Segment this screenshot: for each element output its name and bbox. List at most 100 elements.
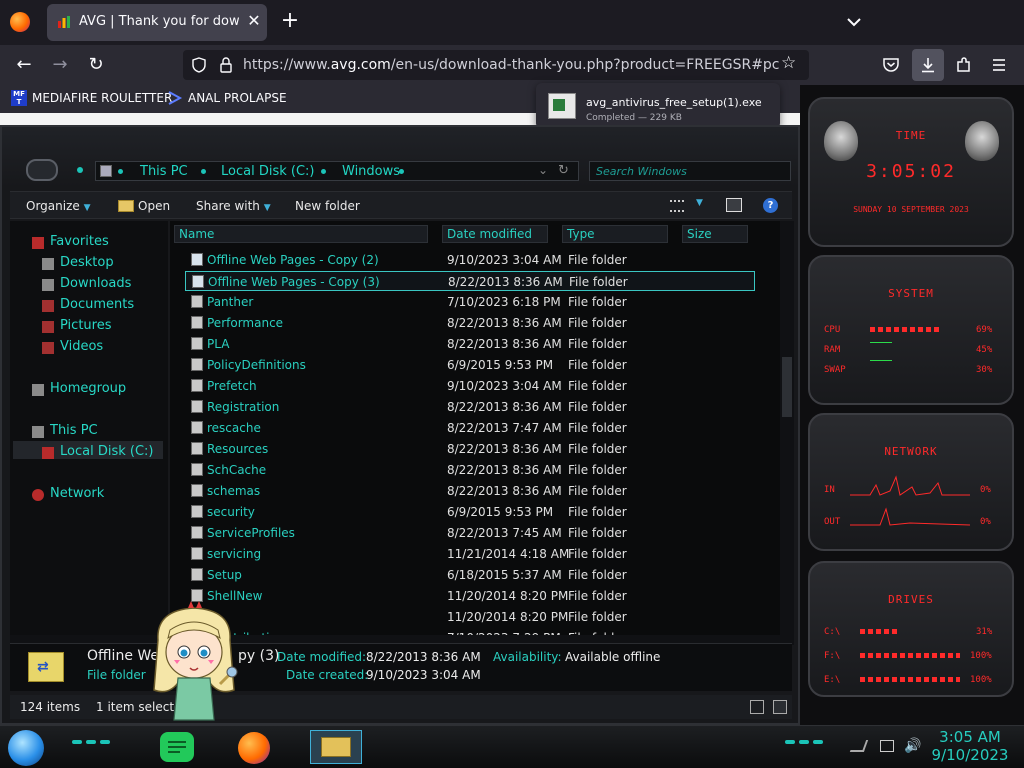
new-tab-icon[interactable]: + [278,10,302,34]
system-gadget-title: SYSTEM [888,287,934,300]
table-row[interactable]: PLA 8/22/2013 8:36 AM File folder [185,334,755,354]
table-row[interactable]: Panther 7/10/2023 6:18 PM File folder [185,292,755,312]
downloads-button[interactable] [912,49,944,81]
taskbar-clock-time[interactable]: 3:05 AM [920,728,1020,746]
videos-icon [42,342,54,354]
table-row[interactable]: Offline Web Pages - Copy (3) 8/22/2013 8:… [185,271,755,291]
file-explorer-taskbar-icon[interactable] [310,730,362,764]
nav-local-disk[interactable]: Local Disk (C:) [60,444,153,459]
new-folder-button[interactable]: New folder [295,199,360,213]
extensions-puzzle-icon[interactable] [955,56,973,74]
taskbar-clock-date[interactable]: 9/10/2023 [920,746,1020,764]
browser-nav-bar: ← → ↻ https://www.avg.com/en-us/download… [0,45,1024,85]
folder-icon [191,442,203,455]
nav-favorites[interactable]: Favorites [50,234,109,249]
column-size[interactable]: Size [682,225,748,243]
folder-icon [191,295,203,308]
forward-arrow-icon[interactable]: → [48,53,72,77]
nav-network[interactable]: Network [50,486,104,501]
file-type: File folder [568,295,627,309]
open-button[interactable]: Open [138,199,170,213]
reload-icon[interactable]: ↻ [84,53,108,77]
folder-icon [191,379,203,392]
file-name: ServiceProfiles [207,526,295,540]
download-arrow-icon [922,58,934,73]
file-date: 8/22/2013 7:45 AM [447,526,562,540]
nav-documents[interactable]: Documents [60,297,134,312]
browser-tab[interactable]: AVG | Thank you for downloading ✕ [47,4,267,41]
column-name[interactable]: Name [174,225,428,243]
table-row[interactable]: Offline Web Pages - Copy (2) 9/10/2023 3:… [185,250,755,270]
bookmark-mediafire[interactable]: MEDIAFIRE ROULETTER [32,91,172,105]
address-bar[interactable]: This PC Local Disk (C:) Windows ⌄ ↻ [95,161,579,181]
bookmark-favicon-icon [168,91,183,105]
file-name: Prefetch [207,379,257,393]
nav-homegroup[interactable]: Homegroup [50,381,126,396]
url-bar[interactable]: https://www.avg.com/en-us/download-thank… [183,50,809,80]
organize-button[interactable]: Organize ▼ [26,199,91,213]
table-row[interactable]: Performance 8/22/2013 8:36 AM File folder [185,313,755,333]
table-row[interactable]: servicing 11/21/2014 4:18 AM File folder [185,544,755,564]
firefox-logo-icon[interactable] [10,12,30,32]
firefox-taskbar-icon[interactable] [238,732,270,764]
volume-icon[interactable]: 🔊 [904,738,921,754]
bookmark-anal-prolapse[interactable]: ANAL PROLAPSE [188,91,287,105]
show-hidden-icons-icon[interactable] [849,740,869,752]
tab-close-icon[interactable]: ✕ [245,12,263,30]
column-headers: Name Date modified Type Size [170,225,780,243]
help-icon[interactable]: ? [763,198,778,213]
table-row[interactable]: Setup 6/18/2015 5:37 AM File folder [185,565,755,585]
details-view-icon[interactable] [750,700,764,714]
start-orb-icon[interactable] [8,730,44,766]
refresh-icon[interactable]: ↻ [558,163,569,178]
table-row[interactable]: PolicyDefinitions 6/9/2015 9:53 PM File fo… [185,355,755,375]
breadcrumb-local-disk[interactable]: Local Disk (C:) [221,164,314,179]
breadcrumb-this-pc[interactable]: This PC [140,164,188,179]
table-row[interactable]: Prefetch 9/10/2023 3:04 AM File folder [185,376,755,396]
table-row[interactable]: ShellNew 11/20/2014 8:20 PM File folder [185,586,755,606]
hamburger-menu-icon[interactable] [991,57,1007,73]
list-tabs-chevron-icon[interactable] [843,12,865,32]
file-date: 8/22/2013 8:36 AM [447,400,562,414]
lock-icon[interactable] [219,56,233,74]
large-icons-view-icon[interactable] [773,700,787,714]
nav-downloads[interactable]: Downloads [60,276,131,291]
network-icon [32,489,44,501]
share-with-button[interactable]: Share with ▼ [196,199,271,213]
vertical-scrollbar[interactable] [780,221,794,641]
downloads-panel-item[interactable]: avg_antivirus_free_setup(1).exe Complete… [536,83,780,129]
view-dropdown-icon[interactable]: ▼ [696,198,703,208]
preview-pane-icon[interactable] [726,198,742,212]
back-arrow-icon[interactable]: ← [12,53,36,77]
table-row[interactable]: Registration 8/22/2013 8:36 AM File folder [185,397,755,417]
file-type: File folder [568,505,627,519]
notes-app-icon[interactable] [160,732,194,762]
address-dropdown-icon[interactable]: ⌄ [538,163,548,177]
pocket-icon[interactable] [882,56,900,74]
breadcrumb-windows[interactable]: Windows [342,164,400,179]
view-options-icon[interactable] [670,200,684,212]
table-row[interactable]: SchCache 8/22/2013 8:36 AM File folder [185,460,755,480]
table-row[interactable]: schemas 8/22/2013 8:36 AM File folder [185,481,755,501]
bookmark-star-icon[interactable]: ☆ [781,53,796,73]
table-row[interactable]: security 6/9/2015 9:53 PM File folder [185,502,755,522]
nav-desktop[interactable]: Desktop [60,255,114,270]
search-input[interactable]: Search Windows [589,161,791,181]
table-row[interactable]: ServiceProfiles 8/22/2013 7:45 AM File fol… [185,523,755,543]
nav-videos[interactable]: Videos [60,339,103,354]
nav-pictures[interactable]: Pictures [60,318,111,333]
nav-this-pc[interactable]: This PC [50,423,98,438]
file-list: Name Date modified Type Size Offline Web… [170,221,780,641]
scrollbar-thumb[interactable] [782,357,792,417]
column-type[interactable]: Type [562,225,668,243]
table-row[interactable]: Resources 8/22/2013 8:36 AM File folder [185,439,755,459]
back-forward-icon[interactable] [26,159,58,181]
network-tray-icon[interactable] [880,740,894,752]
url-text[interactable]: https://www.avg.com/en-us/download-thank… [243,57,780,73]
table-row[interactable]: rescache 8/22/2013 7:47 AM File folder [185,418,755,438]
file-date: 8/22/2013 8:36 AM [448,275,563,289]
shield-icon[interactable] [191,57,207,73]
table-row[interactable]: 11/20/2014 8:20 PM File folder [185,607,755,627]
local-disk-icon [42,447,54,459]
column-date-modified[interactable]: Date modified [442,225,548,243]
